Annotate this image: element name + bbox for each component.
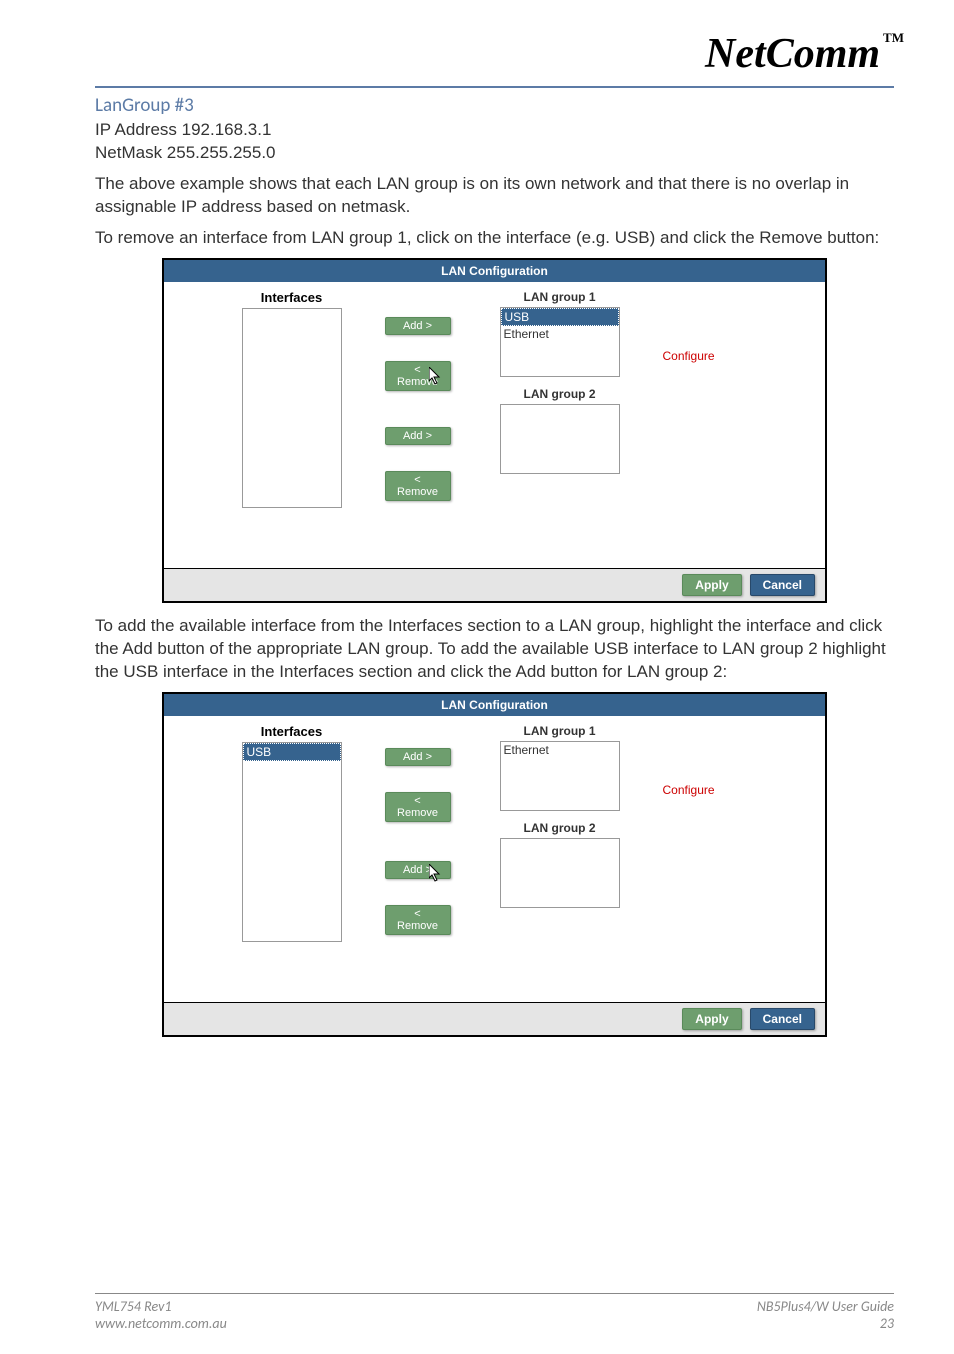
list-item[interactable]: USB xyxy=(243,743,341,761)
list-item[interactable]: Ethernet xyxy=(501,742,619,758)
cursor-icon xyxy=(429,367,445,387)
lan-group-1-label: LAN group 1 xyxy=(475,290,645,304)
interfaces-listbox[interactable] xyxy=(242,308,342,508)
cancel-button[interactable]: Cancel xyxy=(750,574,815,596)
footer-rev: YML754 Rev1 xyxy=(95,1298,227,1315)
panel-title: LAN Configuration xyxy=(164,260,825,282)
lan-group-1-label: LAN group 1 xyxy=(475,724,645,738)
add-button-lan1[interactable]: Add > xyxy=(385,748,451,766)
cancel-button[interactable]: Cancel xyxy=(750,1008,815,1030)
add-button-lan1[interactable]: Add > xyxy=(385,317,451,335)
apply-button[interactable]: Apply xyxy=(682,574,741,596)
lan-config-screenshot-1: LAN Configuration Interfaces Add > < Rem… xyxy=(162,258,827,603)
netmask-line: NetMask 255.255.255.0 xyxy=(95,142,894,165)
cursor-icon xyxy=(429,864,445,884)
paragraph-add-instructions: To add the available interface from the … xyxy=(95,615,894,684)
remove-button-lan2[interactable]: < Remove xyxy=(385,905,451,935)
lan-group-2-listbox[interactable] xyxy=(500,404,620,474)
add-button-lan2[interactable]: Add > xyxy=(385,427,451,445)
remove-button-lan2[interactable]: < Remove xyxy=(385,471,451,501)
footer-page-number: 23 xyxy=(757,1315,894,1332)
remove-button-lan1[interactable]: < Remove xyxy=(385,792,451,822)
brand-logo: NetCommTM xyxy=(95,30,904,78)
paragraph-remove-instructions: To remove an interface from LAN group 1,… xyxy=(95,227,894,250)
ip-address-line: IP Address 192.168.3.1 xyxy=(95,119,894,142)
list-item[interactable]: Ethernet xyxy=(501,326,619,342)
lan-group-1-listbox[interactable]: Ethernet xyxy=(500,741,620,811)
lan-group-2-label: LAN group 2 xyxy=(475,821,645,835)
interfaces-label: Interfaces xyxy=(217,724,367,739)
configure-link[interactable]: Configure xyxy=(663,783,715,797)
footer-product: NB5Plus4/W User Guide xyxy=(757,1298,894,1315)
paragraph-example: The above example shows that each LAN gr… xyxy=(95,173,894,219)
list-item[interactable]: USB xyxy=(501,308,619,326)
page-footer: YML754 Rev1 www.netcomm.com.au NB5Plus4/… xyxy=(95,1293,894,1332)
section-heading: LanGroup #3 xyxy=(95,94,894,117)
interfaces-listbox[interactable]: USB xyxy=(242,742,342,942)
configure-link[interactable]: Configure xyxy=(663,349,715,363)
footer-url: www.netcomm.com.au xyxy=(95,1315,227,1332)
interfaces-label: Interfaces xyxy=(217,290,367,305)
lan-config-screenshot-2: LAN Configuration Interfaces USB Add > <… xyxy=(162,692,827,1037)
lan-group-2-label: LAN group 2 xyxy=(475,387,645,401)
header-divider xyxy=(95,86,894,88)
apply-button[interactable]: Apply xyxy=(682,1008,741,1030)
lan-group-1-listbox[interactable]: USB Ethernet xyxy=(500,307,620,377)
lan-group-2-listbox[interactable] xyxy=(500,838,620,908)
panel-title: LAN Configuration xyxy=(164,694,825,716)
